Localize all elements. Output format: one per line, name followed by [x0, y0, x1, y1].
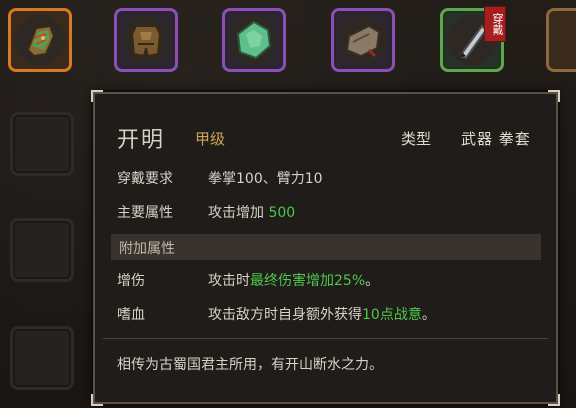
leather-armor-icon [130, 25, 162, 58]
inventory-slot-empty[interactable] [10, 112, 74, 176]
effect-prefix: 攻击敌方时自身额外获得 [208, 307, 362, 323]
effect-description: 攻击敌方时自身额外获得10点战意。 [208, 304, 436, 324]
effect-description: 攻击时最终伤害增加25%。 [208, 270, 379, 290]
inventory-slot-blade-equipped[interactable]: 穿戴 [440, 6, 506, 72]
inventory-slot-empty[interactable] [10, 326, 74, 390]
inventory-slot-empty[interactable] [10, 218, 74, 282]
effect-label: 增伤 [117, 273, 145, 289]
inventory-slot-partial[interactable] [546, 8, 576, 72]
item-name: 开明 [117, 128, 166, 153]
inventory-slot-leather-armor[interactable] [114, 8, 178, 72]
divider [103, 338, 548, 339]
main-attribute-text: 攻击增加 [208, 205, 264, 221]
inventory-slot-jade[interactable] [222, 8, 286, 72]
gauntlet-icon [26, 24, 56, 58]
inventory-slot-gauntlet-orange[interactable] [8, 8, 72, 72]
main-attribute-label: 主要属性 [117, 205, 173, 221]
effect-prefix: 攻击时 [208, 273, 250, 289]
effect-suffix: 。 [421, 307, 436, 323]
effect-suffix: 。 [365, 273, 380, 289]
item-grade: 甲级 [195, 130, 226, 148]
effect-label: 嗜血 [117, 307, 145, 323]
extra-attributes-header: 附加属性 [111, 234, 541, 260]
jade-stone-icon [236, 20, 272, 60]
inventory-slot-pouch[interactable] [331, 8, 395, 72]
item-lore: 相传为古蜀国君主所用，有开山断水之力。 [117, 357, 383, 373]
effect-highlight: 10点战意 [362, 307, 422, 323]
item-tooltip: 开明 甲级 类型 武器 拳套 穿戴要求 拳掌100、臂力10 主要属性 攻击增加… [91, 90, 560, 406]
main-attribute-number: 500 [268, 205, 296, 221]
pouch-icon [345, 24, 381, 58]
requirement-label: 穿戴要求 [117, 171, 173, 187]
item-type-label: 类型 [401, 130, 432, 148]
main-attribute-value: 攻击增加 500 [208, 202, 295, 222]
item-type-value: 武器 拳套 [461, 130, 531, 148]
extra-attributes-title: 附加属性 [119, 241, 175, 257]
requirement-value: 拳掌100、臂力10 [208, 171, 323, 187]
equipped-badge: 穿戴 [484, 6, 506, 42]
effect-highlight: 最终伤害增加25% [250, 273, 366, 289]
